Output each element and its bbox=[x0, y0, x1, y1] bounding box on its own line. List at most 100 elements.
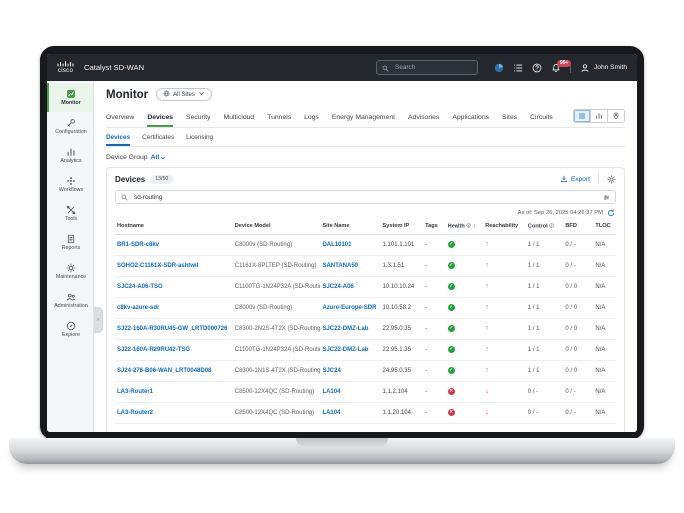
table-row[interactable]: SJC24-A06-TSGC1100TG-1N24P32A (SD-Routin… bbox=[115, 276, 616, 297]
global-search[interactable] bbox=[376, 60, 478, 75]
health-status-good-icon: ✓ bbox=[448, 367, 455, 374]
sidebar-item-reports[interactable]: Reports bbox=[47, 228, 93, 257]
global-search-input[interactable] bbox=[393, 63, 472, 72]
tab-overview[interactable]: Overview bbox=[106, 114, 134, 127]
cell-site-name[interactable]: Azure-Europe-SDR bbox=[320, 297, 380, 318]
chart-view-button[interactable] bbox=[591, 110, 608, 122]
table-row[interactable]: LA3-Router1C8500-12X4QC (SD-Routing)LA10… bbox=[115, 381, 616, 402]
tab-security[interactable]: Security bbox=[186, 114, 211, 127]
devices-table-body: BR1-SDR-c8kvC8000v (SD-Routing)DAL101011… bbox=[115, 234, 616, 423]
cell-site-name[interactable]: SANTANA50 bbox=[320, 255, 380, 276]
column-header-tags[interactable]: Tags bbox=[423, 219, 446, 234]
subtab-licensing[interactable]: Licensing bbox=[186, 128, 213, 146]
cisco-wordmark: cisco bbox=[58, 68, 73, 74]
device-group-selector[interactable]: All bbox=[151, 154, 167, 161]
sidebar-item-monitor[interactable]: Monitor bbox=[47, 83, 93, 112]
cell-reachability: ↑ bbox=[483, 276, 526, 297]
administration-icon bbox=[66, 292, 76, 302]
table-settings-gear-icon[interactable] bbox=[607, 175, 616, 184]
column-header-tloc[interactable]: TLOC bbox=[593, 219, 616, 234]
column-header-health[interactable]: Health ↑ bbox=[446, 219, 484, 234]
cell-hostname[interactable]: SJ22-160A-R30RU45-GW_LRTD000726 bbox=[115, 318, 233, 339]
primary-tabs: Overview Devices Security Multicloud Tunnels… bbox=[106, 114, 553, 127]
devices-panel-title: Devices bbox=[115, 175, 145, 184]
cell-system-ip: 1.101.1.101 bbox=[381, 234, 424, 255]
table-row[interactable]: BR1-SDR-c8kvC8000v (SD-Routing)DAL101011… bbox=[115, 234, 616, 255]
user-menu[interactable]: John Smith bbox=[580, 63, 627, 73]
cell-site-name[interactable]: SJC24 bbox=[320, 360, 380, 381]
table-row[interactable]: c8kv-azure-sdrC8000v (SD-Routing)Azure-E… bbox=[115, 297, 616, 318]
search-icon bbox=[121, 194, 128, 201]
table-row[interactable]: SJ22-160A-R30RU45-GW_LRTD000726C8300-2N2… bbox=[115, 318, 616, 339]
cell-bfd: 0 / - bbox=[563, 234, 593, 255]
cell-control: 1 / 1 bbox=[526, 297, 564, 318]
map-view-button[interactable] bbox=[608, 110, 624, 122]
column-header-bfd[interactable]: BFD bbox=[563, 219, 593, 234]
cell-tags: - bbox=[423, 402, 446, 423]
cell-site-name[interactable]: LA104 bbox=[320, 381, 380, 402]
usage-meter-icon[interactable] bbox=[494, 63, 504, 73]
user-icon bbox=[580, 63, 590, 73]
cell-hostname[interactable]: SJ22-160A-R29RU42-TSG bbox=[115, 339, 233, 360]
sidebar-item-administration[interactable]: Administration bbox=[47, 286, 93, 315]
export-button[interactable]: Export bbox=[560, 175, 590, 183]
tab-applications[interactable]: Applications bbox=[452, 114, 489, 127]
table-row[interactable]: SJ22-160A-R29RU42-TSGC1100TG-1N24P32A (S… bbox=[115, 339, 616, 360]
sidebar-item-configuration[interactable]: Configuration bbox=[47, 112, 93, 141]
health-status-bad-icon: ✕ bbox=[448, 409, 455, 416]
notifications-bell-icon[interactable]: 99+ bbox=[551, 63, 561, 73]
list-view-button[interactable] bbox=[574, 110, 591, 122]
table-search[interactable] bbox=[115, 190, 616, 204]
column-header-control[interactable]: Control bbox=[526, 219, 564, 234]
reachability-up-arrow-icon: ↑ bbox=[485, 241, 489, 248]
task-list-icon[interactable] bbox=[513, 63, 523, 73]
cell-site-name[interactable]: DAL10101 bbox=[320, 234, 380, 255]
cell-hostname[interactable]: SOHO2-C1161X-SDR-ashtwil bbox=[115, 255, 233, 276]
cell-control: 1 / 1 bbox=[526, 255, 564, 276]
tab-multicloud[interactable]: Multicloud bbox=[224, 114, 255, 127]
column-header-device-model[interactable]: Device Model bbox=[233, 219, 321, 234]
subtab-certificates[interactable]: Certificates bbox=[142, 128, 174, 146]
cell-hostname[interactable]: LA3-Router2 bbox=[115, 402, 233, 423]
table-row[interactable]: SOHO2-C1161X-SDR-ashtwilC1161X-8PLTEP (S… bbox=[115, 255, 616, 276]
tab-devices[interactable]: Devices bbox=[147, 114, 173, 127]
table-row[interactable]: LA3-Router2C8500-12X4QC (SD-Routing)LA10… bbox=[115, 402, 616, 423]
sidebar-item-tools[interactable]: Tools bbox=[47, 199, 93, 228]
column-header-system-ip[interactable]: System IP bbox=[381, 219, 424, 234]
tab-advisories[interactable]: Advisories bbox=[408, 114, 439, 127]
sidebar-item-workflows[interactable]: Workflows bbox=[47, 170, 93, 199]
cell-site-name[interactable]: LA104 bbox=[320, 402, 380, 423]
tab-sites[interactable]: Sites bbox=[502, 114, 517, 127]
column-header-reachability[interactable]: Reachability bbox=[483, 219, 526, 234]
cell-hostname[interactable]: SJC24-A06-TSG bbox=[115, 276, 233, 297]
refresh-icon[interactable] bbox=[607, 209, 615, 217]
cell-site-name[interactable]: SJC22-DMZ-Lab bbox=[320, 318, 380, 339]
sidebar-item-analytics[interactable]: Analytics bbox=[47, 141, 93, 170]
tab-circuits[interactable]: Circuits bbox=[530, 114, 553, 127]
table-search-input[interactable] bbox=[132, 193, 599, 202]
subtab-devices[interactable]: Devices bbox=[106, 128, 130, 146]
cell-hostname[interactable]: SJ24-276-B06-WAN_LRT0048D08 bbox=[115, 360, 233, 381]
site-selector[interactable]: All Sites bbox=[156, 88, 212, 101]
filter-icon[interactable] bbox=[603, 194, 610, 201]
cell-site-name[interactable]: SJC22-DMZ-Lab bbox=[320, 339, 380, 360]
cell-hostname[interactable]: LA3-Router1 bbox=[115, 381, 233, 402]
cell-bfd: 0 / 0 bbox=[563, 276, 593, 297]
tab-tunnels[interactable]: Tunnels bbox=[267, 114, 291, 127]
sidebar-expand-handle[interactable]: › bbox=[94, 307, 103, 333]
cell-hostname[interactable]: BR1-SDR-c8kv bbox=[115, 234, 233, 255]
sidebar-item-explore[interactable]: Explore bbox=[47, 315, 93, 344]
reachability-up-arrow-icon: ↑ bbox=[485, 304, 489, 311]
tab-logs[interactable]: Logs bbox=[304, 114, 319, 127]
table-row[interactable]: SJ24-276-B06-WAN_LRT0048D08C8300-1N1S-4T… bbox=[115, 360, 616, 381]
column-header-hostname[interactable]: Hostname bbox=[115, 219, 233, 234]
column-header-site-name[interactable]: Site Name bbox=[320, 219, 380, 234]
cell-site-name[interactable]: SJC24-A06 bbox=[320, 276, 380, 297]
help-icon[interactable] bbox=[532, 63, 542, 73]
cell-hostname[interactable]: c8kv-azure-sdr bbox=[115, 297, 233, 318]
cell-tloc: N/A bbox=[593, 297, 616, 318]
sidebar-item-maintenance[interactable]: Maintenance bbox=[47, 257, 93, 286]
cisco-logo: cisco bbox=[57, 61, 74, 74]
as-of-timestamp: As of: Sep 26, 2025 04:26:37 PM bbox=[518, 210, 603, 216]
tab-energy-management[interactable]: Energy Management bbox=[332, 114, 395, 127]
